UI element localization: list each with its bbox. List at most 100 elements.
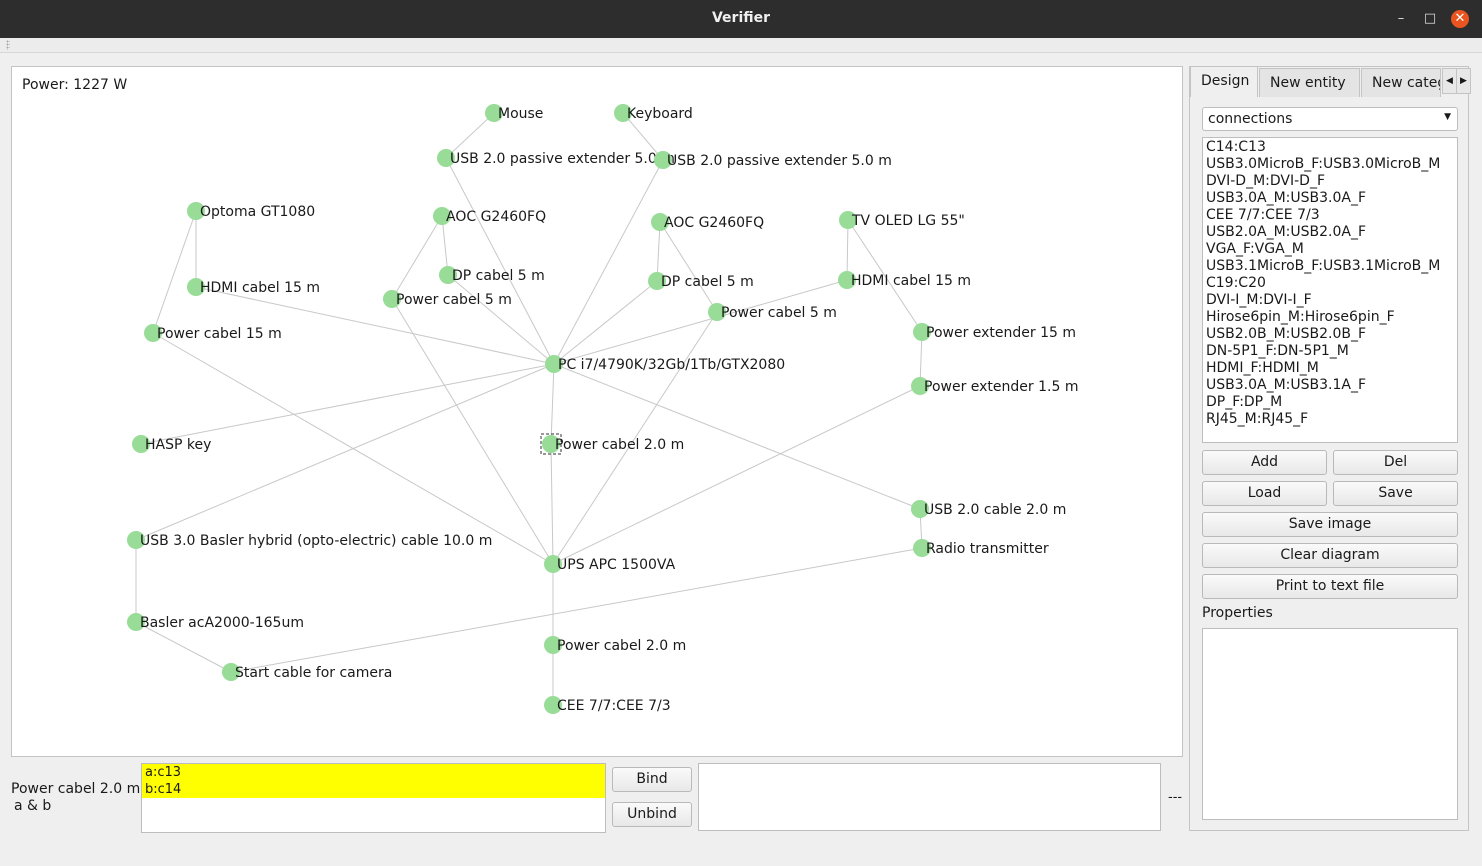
node-aoc1[interactable]: AOC G2460FQ [433,207,546,225]
connection-item[interactable]: DVI-I_M:DVI-I_F [1206,292,1454,309]
connection-item[interactable]: DVI-D_M:DVI-D_F [1206,173,1454,190]
node-ups[interactable]: UPS APC 1500VA [544,555,676,573]
properties-label: Properties [1202,605,1273,621]
node-pwr5b[interactable]: Power cabel 5 m [708,303,837,321]
node-basler[interactable]: Basler acA2000-165um [127,613,304,631]
save-button[interactable]: Save [1333,481,1458,506]
node-pwr15[interactable]: Power cabel 15 m [144,324,282,342]
node-label: DP cabel 5 m [452,268,545,284]
node-hdmi2[interactable]: HDMI cabel 15 m [838,271,971,289]
node-label: TV OLED LG 55" [851,213,965,229]
node-label: UPS APC 1500VA [557,557,676,573]
connection-item[interactable]: RJ45_M:RJ45_F [1206,411,1454,428]
close-button[interactable]: ✕ [1451,10,1469,28]
node-radio[interactable]: Radio transmitter [913,539,1049,557]
node-label: CEE 7/7:CEE 7/3 [557,698,671,714]
diagram-graph[interactable]: Mouse Keyboard USB 2.0 passive extender 5.… [12,67,1182,756]
node-hasp[interactable]: HASP key [132,435,211,453]
pin-list[interactable]: a:c13 b:c14 [141,763,606,833]
connection-item[interactable]: USB3.1MicroB_F:USB3.1MicroB_M [1206,258,1454,275]
print-to-text-button[interactable]: Print to text file [1202,574,1458,599]
tab-new-entity[interactable]: New entity [1259,68,1360,97]
node-cee[interactable]: CEE 7/7:CEE 7/3 [544,696,671,714]
tab-scroll-right-icon[interactable]: ▶ [1456,68,1471,94]
edge-pwr5a-ups [391,298,554,565]
node-label: USB 3.0 Basler hybrid (opto-electric) ca… [140,533,492,549]
category-select[interactable]: connections ▼ [1202,107,1458,131]
node-label: AOC G2460FQ [446,209,546,225]
node-pwrext15[interactable]: Power extender 15 m [913,323,1076,341]
node-label: HDMI cabel 15 m [200,280,320,296]
node-label: Power cabel 5 m [396,292,512,308]
toolbar-strip [0,38,1482,53]
node-basler_cable[interactable]: USB 3.0 Basler hybrid (opto-electric) ca… [127,531,492,549]
connections-list[interactable]: C14:C13 USB3.0MicroB_F:USB3.0MicroB_M DVI-… [1202,137,1458,443]
node-label: DP cabel 5 m [661,274,754,290]
connection-item[interactable]: VGA_F:VGA_M [1206,241,1454,258]
node-usbext2[interactable]: USB 2.0 passive extender 5.0 m [654,151,892,169]
node-pwr5a[interactable]: Power cabel 5 m [383,290,512,308]
node-label: Power cabel 15 m [157,326,282,342]
edge-aoc1-pwr5a [391,215,443,300]
node-keyboard[interactable]: Keyboard [614,104,693,122]
connection-item[interactable]: USB2.0A_M:USB2.0A_F [1206,224,1454,241]
connection-item[interactable]: HDMI_F:HDMI_M [1206,360,1454,377]
node-label: Keyboard [627,106,693,122]
node-tv[interactable]: TV OLED LG 55" [839,211,965,229]
node-dp2[interactable]: DP cabel 5 m [648,272,754,290]
node-label: Basler acA2000-165um [140,615,304,631]
clear-diagram-button[interactable]: Clear diagram [1202,543,1458,568]
connection-item[interactable]: USB3.0A_M:USB3.1A_F [1206,377,1454,394]
tab-scroll-left-icon[interactable]: ◀ [1442,68,1457,94]
node-hdmi1[interactable]: HDMI cabel 15 m [187,278,320,296]
edge-pwr2a-ups [550,443,554,565]
edge-tv-hdmi2 [846,219,849,281]
node-start[interactable]: Start cable for camera [222,663,392,681]
connection-item[interactable]: DP_F:DP_M [1206,394,1454,411]
binding-output-box[interactable] [698,763,1161,831]
unbind-button[interactable]: Unbind [612,802,692,827]
toolbar-grip-icon[interactable] [6,40,10,50]
node-label: Power extender 15 m [926,325,1076,341]
node-dp1[interactable]: DP cabel 5 m [439,266,545,284]
connection-item[interactable]: C14:C13 [1206,139,1454,156]
node-pwr2a[interactable]: Power cabel 2.0 m [540,433,684,455]
connection-item[interactable]: Hirose6pin_M:Hirose6pin_F [1206,309,1454,326]
node-label: Power extender 1.5 m [924,379,1078,395]
node-pwr2b[interactable]: Power cabel 2.0 m [544,636,686,654]
binding-info: Power cabel 2.0 m a & b [11,781,140,815]
edge-hasp-pc [140,363,555,445]
bind-button[interactable]: Bind [612,767,692,792]
maximize-button[interactable]: □ [1421,10,1439,28]
node-label: AOC G2460FQ [664,215,764,231]
node-optoma[interactable]: Optoma GT1080 [187,202,315,220]
pin-item[interactable]: b:c14 [142,781,605,798]
node-pc[interactable]: PC i7/4790K/32Gb/1Tb/GTX2080 [545,355,785,373]
connection-item[interactable]: CEE 7/7:CEE 7/3 [1206,207,1454,224]
connection-item[interactable]: DN-5P1_F:DN-5P1_M [1206,343,1454,360]
node-label: HDMI cabel 15 m [851,273,971,289]
category-select-value: connections [1208,111,1293,127]
connection-item[interactable]: USB2.0B_M:USB2.0B_F [1206,326,1454,343]
minimize-button[interactable]: – [1392,10,1410,28]
properties-box[interactable] [1202,628,1458,820]
tab-design[interactable]: Design [1190,66,1258,97]
connection-item[interactable]: C19:C20 [1206,275,1454,292]
pin-item[interactable]: a:c13 [142,764,605,781]
node-aoc2[interactable]: AOC G2460FQ [651,213,764,231]
tab-new-category[interactable]: New categ [1361,68,1441,97]
diagram-canvas[interactable]: Power: 1227 W Mouse Keyboard USB 2.0 passi… [11,66,1183,757]
node-mouse[interactable]: Mouse [485,104,543,122]
node-usb2[interactable]: USB 2.0 cable 2.0 m [911,500,1066,518]
node-usbext1[interactable]: USB 2.0 passive extender 5.0 m [437,149,675,167]
connection-item[interactable]: USB3.0MicroB_F:USB3.0MicroB_M [1206,156,1454,173]
load-button[interactable]: Load [1202,481,1327,506]
connection-item[interactable]: USB3.0A_M:USB3.0A_F [1206,190,1454,207]
add-button[interactable]: Add [1202,450,1327,475]
save-image-button[interactable]: Save image [1202,512,1458,537]
edge-dp2-pc [553,280,658,365]
del-button[interactable]: Del [1333,450,1458,475]
title-bar: Verifier – □ ✕ [0,0,1482,38]
node-label: Power cabel 5 m [721,305,837,321]
node-pwrext1[interactable]: Power extender 1.5 m [911,377,1078,395]
